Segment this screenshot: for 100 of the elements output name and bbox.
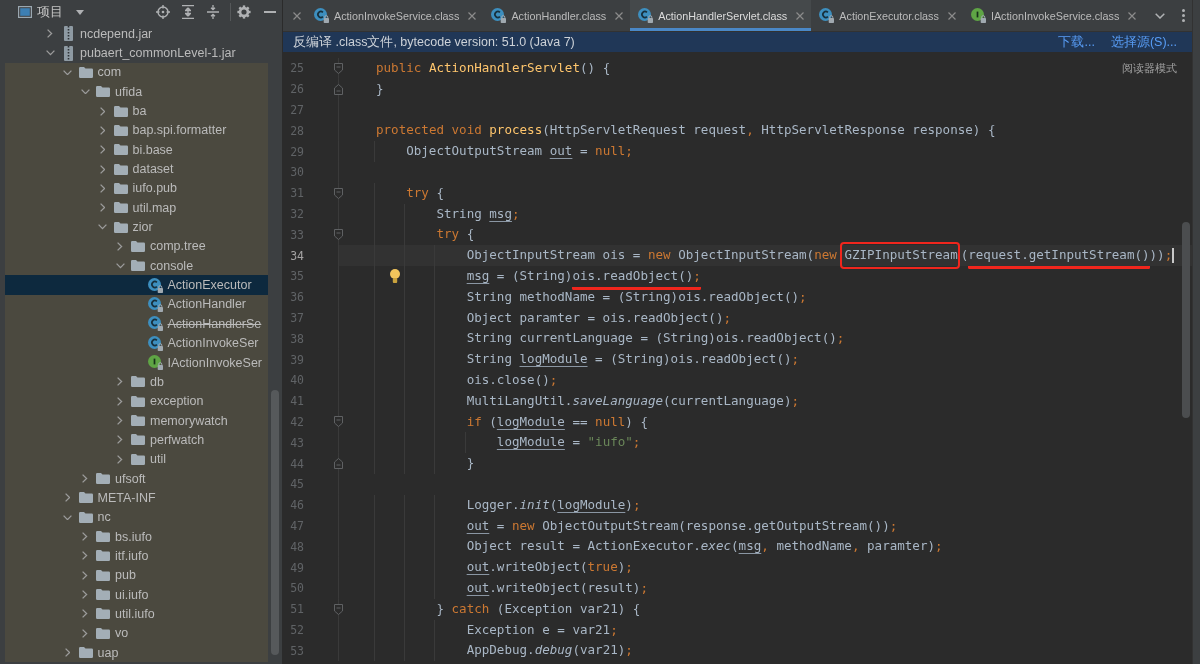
tree-item[interactable]: ActionExecutor: [5, 275, 268, 295]
chevron-right-icon[interactable]: [99, 203, 106, 213]
scrollbar-thumb[interactable]: [271, 390, 279, 655]
line-number: 42: [290, 414, 304, 429]
fold-icon[interactable]: [333, 416, 343, 428]
crosshair-icon[interactable]: [156, 5, 170, 19]
chevron-right-icon[interactable]: [82, 628, 88, 638]
tree-item[interactable]: util.iufo: [5, 604, 268, 624]
tree-item[interactable]: itf.iufo: [5, 546, 268, 566]
more-options-icon[interactable]: [1182, 9, 1185, 22]
close-icon[interactable]: [615, 11, 624, 20]
code-line: MultiLangUtil.saveLanguage(currentLanguage);: [466, 392, 800, 408]
tree-item[interactable]: pubaert_commonLevel-1.jar: [5, 43, 268, 63]
lightbulb-icon[interactable]: [390, 268, 400, 283]
tree-item[interactable]: ufida: [5, 82, 268, 102]
chevron-right-icon[interactable]: [99, 183, 106, 193]
tree-item[interactable]: util: [5, 449, 268, 469]
chevron-right-icon[interactable]: [82, 570, 88, 580]
close-icon[interactable]: [947, 11, 956, 20]
expand-all-icon[interactable]: [182, 5, 194, 19]
interface-icon: [970, 8, 986, 23]
chevron-right-icon[interactable]: [82, 551, 88, 561]
line-number: 28: [290, 123, 304, 138]
chevron-down-icon[interactable]: [63, 69, 72, 76]
tree-item[interactable]: bs.iufo: [5, 526, 268, 547]
fold-icon[interactable]: [333, 603, 343, 615]
chevron-right-icon[interactable]: [117, 396, 123, 406]
chevron-right-icon[interactable]: [117, 435, 123, 445]
settings-icon[interactable]: [237, 5, 251, 19]
tree-item[interactable]: memorywatch: [5, 410, 268, 431]
chevron-right-icon[interactable]: [82, 532, 88, 542]
fold-icon[interactable]: [333, 229, 343, 241]
view-selector[interactable]: 项目: [18, 3, 84, 21]
chevron-right-icon[interactable]: [82, 609, 88, 619]
tree-item[interactable]: vo: [5, 623, 268, 643]
fold-icon[interactable]: [333, 187, 343, 199]
chevron-down-icon[interactable]: [98, 224, 107, 230]
chevron-right-icon[interactable]: [47, 29, 53, 39]
tree-item[interactable]: META-INF: [5, 488, 268, 508]
chevron-right-icon[interactable]: [117, 454, 123, 464]
chevron-right-icon[interactable]: [99, 145, 106, 155]
tree-item[interactable]: IActionInvokeSer: [5, 352, 268, 373]
chevron-down-icon[interactable]: [80, 88, 90, 95]
collapse-all-icon[interactable]: [207, 5, 219, 19]
fold-icon[interactable]: [333, 83, 343, 95]
close-icon[interactable]: [1128, 11, 1137, 20]
tree-item[interactable]: dataset: [5, 159, 268, 179]
tree-item[interactable]: ncdepend.jar: [5, 24, 268, 44]
tree-item[interactable]: comp.tree: [5, 236, 268, 257]
chevron-down-icon[interactable]: [45, 50, 55, 56]
chevron-right-icon[interactable]: [82, 590, 88, 600]
tree-item[interactable]: ActionHandler: [5, 294, 268, 315]
chevron-right-icon[interactable]: [64, 648, 71, 658]
interface-icon: [148, 355, 163, 370]
close-icon[interactable]: [468, 11, 477, 20]
tree-item[interactable]: exception: [5, 391, 268, 411]
chevron-right-icon[interactable]: [99, 164, 106, 174]
banner-link[interactable]: 选择源(S)...: [1110, 33, 1177, 51]
tree-item[interactable]: ufsoft: [5, 468, 268, 489]
chevron-right-icon[interactable]: [82, 474, 88, 484]
tree-item[interactable]: console: [5, 256, 268, 276]
tree-item[interactable]: ActionHandlerSe: [5, 314, 268, 334]
chevron-down-icon[interactable]: [115, 263, 125, 269]
tree-item[interactable]: bi.base: [5, 140, 268, 160]
close-icon[interactable]: [293, 11, 301, 20]
tree-item[interactable]: zior: [5, 217, 268, 237]
fold-icon[interactable]: [333, 62, 343, 74]
tree-item[interactable]: db: [5, 372, 268, 392]
editor-tab[interactable]: ActionHandler.class: [483, 0, 631, 31]
tree-item[interactable]: pub: [5, 565, 268, 585]
chevron-right-icon[interactable]: [117, 416, 123, 426]
editor-tab[interactable]: ActionInvokeService.class: [306, 0, 484, 31]
chevron-right-icon[interactable]: [117, 241, 123, 251]
fold-icon[interactable]: [333, 458, 343, 470]
tree-item[interactable]: ui.iufo: [5, 584, 268, 605]
class-icon: [638, 8, 654, 23]
tree-item[interactable]: uap: [5, 643, 268, 663]
tree-item[interactable]: util.map: [5, 198, 268, 218]
tree-item[interactable]: nc: [5, 507, 268, 527]
tree-item[interactable]: ActionInvokeSer: [5, 333, 268, 353]
tree-item[interactable]: bap.spi.formatter: [5, 120, 268, 141]
chevron-right-icon[interactable]: [99, 106, 106, 116]
scrollbar-thumb[interactable]: [1182, 222, 1190, 418]
editor-tab[interactable]: ActionExecutor.class: [811, 0, 963, 31]
chevron-right-icon[interactable]: [117, 377, 123, 387]
chevron-right-icon[interactable]: [99, 125, 106, 135]
tree-item[interactable]: ba: [5, 101, 268, 121]
banner-link[interactable]: 下载...: [1058, 33, 1095, 51]
close-icon[interactable]: [796, 11, 805, 20]
tree-item[interactable]: iufo.pub: [5, 178, 268, 199]
tree-item[interactable]: com: [5, 62, 268, 83]
line-number: 32: [290, 206, 304, 221]
editor-tab[interactable]: IActionInvokeService.class: [962, 0, 1144, 31]
chevron-down-icon[interactable]: [1155, 12, 1165, 19]
tree-item[interactable]: perfwatch: [5, 430, 268, 450]
chevron-down-icon[interactable]: [63, 514, 72, 520]
reader-mode-button[interactable]: 阅读器模式: [1122, 61, 1177, 76]
editor-tab[interactable]: ActionHandlerServlet.class: [630, 0, 812, 31]
chevron-right-icon[interactable]: [64, 493, 71, 503]
folder-icon: [96, 86, 110, 98]
